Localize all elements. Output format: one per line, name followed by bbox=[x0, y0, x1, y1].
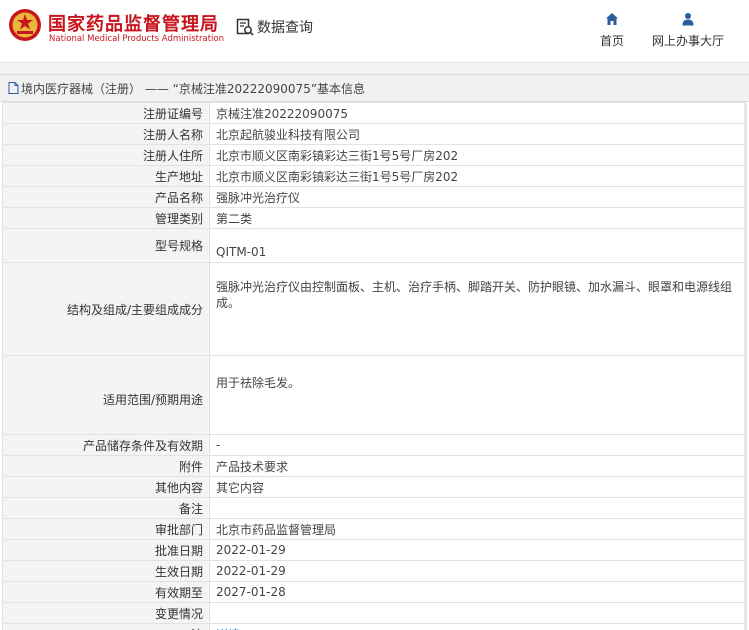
user-icon bbox=[681, 12, 695, 26]
nav-online-hall-label: 网上办事大厅 bbox=[652, 34, 724, 48]
note-label-cell: 注 bbox=[3, 624, 210, 630]
address-value: 北京市顺义区南彩镇彩达三街1号5号厂房202 bbox=[210, 145, 746, 166]
effective-date-label: 生效日期 bbox=[3, 561, 210, 582]
change-value bbox=[210, 603, 746, 624]
reg-no-label: 注册证编号 bbox=[3, 103, 210, 124]
registrant-value: 北京起航骏业科技有限公司 bbox=[210, 124, 746, 145]
other-value: 其它内容 bbox=[210, 477, 746, 498]
row-note: 注 详情 bbox=[3, 624, 746, 630]
row-change: 变更情况 bbox=[3, 603, 746, 624]
purpose-label: 适用范围/预期用途 bbox=[3, 356, 210, 435]
row-registrant: 注册人名称 北京起航骏业科技有限公司 bbox=[3, 124, 746, 145]
row-address: 注册人住所 北京市顺义区南彩镇彩达三街1号5号厂房202 bbox=[3, 145, 746, 166]
reg-no-value: 京械注准20222090075 bbox=[210, 103, 746, 124]
right-border bbox=[744, 102, 747, 630]
row-remark: 备注 bbox=[3, 498, 746, 519]
national-emblem-icon[interactable] bbox=[8, 8, 42, 42]
row-model: 型号规格 QITM-01 bbox=[3, 229, 746, 263]
production-label: 生产地址 bbox=[3, 166, 210, 187]
breadcrumb-text: 境内医疗器械（注册） —— “京械注准20222090075”基本信息 bbox=[21, 80, 365, 97]
purpose-value: 用于祛除毛发。 bbox=[210, 356, 746, 435]
data-query-label: 数据查询 bbox=[257, 17, 313, 37]
remark-value bbox=[210, 498, 746, 519]
note-value-cell: 详情 bbox=[210, 624, 746, 630]
brand-name-en: National Medical Products Administration bbox=[49, 34, 224, 44]
nav-home-label: 首页 bbox=[600, 34, 624, 48]
document-icon bbox=[8, 82, 19, 94]
other-label: 其他内容 bbox=[3, 477, 210, 498]
data-query-link[interactable]: 数据查询 bbox=[236, 17, 313, 37]
brand-name-cn[interactable]: 国家药品监督管理局 bbox=[48, 10, 219, 36]
row-approve-date: 批准日期 2022-01-29 bbox=[3, 540, 746, 561]
model-value: QITM-01 bbox=[210, 229, 746, 263]
row-production: 生产地址 北京市顺义区南彩镇彩达三街1号5号厂房202 bbox=[3, 166, 746, 187]
row-reg-no: 注册证编号 京械注准20222090075 bbox=[3, 103, 746, 124]
dept-label: 审批部门 bbox=[3, 519, 210, 540]
home-icon bbox=[605, 12, 619, 26]
data-query-icon bbox=[236, 18, 254, 36]
header-spacer bbox=[0, 63, 749, 74]
structure-label: 结构及组成/主要组成成分 bbox=[3, 263, 210, 356]
approve-date-value: 2022-01-29 bbox=[210, 540, 746, 561]
detail-table: 注册证编号 京械注准20222090075 注册人名称 北京起航骏业科技有限公司… bbox=[2, 102, 746, 630]
storage-label: 产品储存条件及有效期 bbox=[3, 435, 210, 456]
row-dept: 审批部门 北京市药品监督管理局 bbox=[3, 519, 746, 540]
category-label: 管理类别 bbox=[3, 208, 210, 229]
nav-home[interactable]: 首页 bbox=[596, 12, 628, 49]
dept-value: 北京市药品监督管理局 bbox=[210, 519, 746, 540]
row-product: 产品名称 强脉冲光治疗仪 bbox=[3, 187, 746, 208]
breadcrumb: 境内医疗器械（注册） —— “京械注准20222090075”基本信息 bbox=[0, 74, 749, 102]
nav-online-hall[interactable]: 网上办事大厅 bbox=[648, 12, 728, 49]
detail-frame: 注册证编号 京械注准20222090075 注册人名称 北京起航骏业科技有限公司… bbox=[2, 102, 747, 630]
site-header: 国家药品监督管理局 National Medical Products Admi… bbox=[0, 0, 749, 63]
expiry-value: 2027-01-28 bbox=[210, 582, 746, 603]
expiry-label: 有效期至 bbox=[3, 582, 210, 603]
row-storage: 产品储存条件及有效期 - bbox=[3, 435, 746, 456]
row-purpose: 适用范围/预期用途 用于祛除毛发。 bbox=[3, 356, 746, 435]
row-effective-date: 生效日期 2022-01-29 bbox=[3, 561, 746, 582]
category-value: 第二类 bbox=[210, 208, 746, 229]
remark-label: 备注 bbox=[3, 498, 210, 519]
address-label: 注册人住所 bbox=[3, 145, 210, 166]
effective-date-value: 2022-01-29 bbox=[210, 561, 746, 582]
approve-date-label: 批准日期 bbox=[3, 540, 210, 561]
product-label: 产品名称 bbox=[3, 187, 210, 208]
attachment-label: 附件 bbox=[3, 456, 210, 477]
structure-value: 强脉冲光治疗仪由控制面板、主机、治疗手柄、脚踏开关、防护眼镜、加水漏斗、眼罩和电… bbox=[210, 263, 746, 356]
row-category: 管理类别 第二类 bbox=[3, 208, 746, 229]
registrant-label: 注册人名称 bbox=[3, 124, 210, 145]
production-value: 北京市顺义区南彩镇彩达三街1号5号厂房202 bbox=[210, 166, 746, 187]
storage-value: - bbox=[210, 435, 746, 456]
row-expiry: 有效期至 2027-01-28 bbox=[3, 582, 746, 603]
product-value: 强脉冲光治疗仪 bbox=[210, 187, 746, 208]
attachment-value: 产品技术要求 bbox=[210, 456, 746, 477]
row-other: 其他内容 其它内容 bbox=[3, 477, 746, 498]
row-structure: 结构及组成/主要组成成分 强脉冲光治疗仪由控制面板、主机、治疗手柄、脚踏开关、防… bbox=[3, 263, 746, 356]
model-label: 型号规格 bbox=[3, 229, 210, 263]
change-label: 变更情况 bbox=[3, 603, 210, 624]
row-attachment: 附件 产品技术要求 bbox=[3, 456, 746, 477]
